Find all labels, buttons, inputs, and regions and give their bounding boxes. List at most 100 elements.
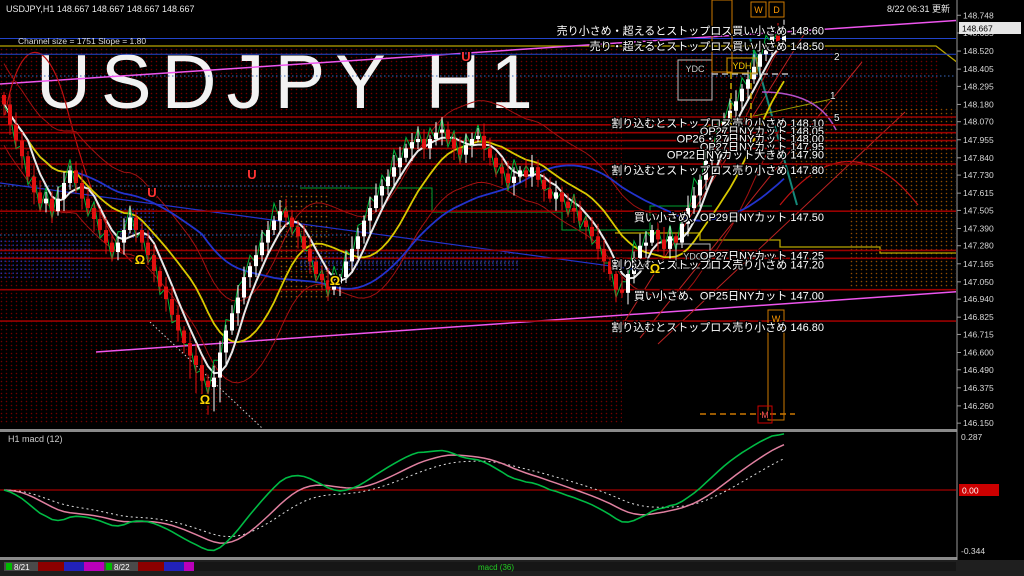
day-start-marker — [6, 563, 12, 570]
bear-candle — [560, 192, 564, 201]
bear-candle — [2, 95, 6, 104]
bear-candle — [26, 156, 30, 176]
panel-separator-bottom[interactable] — [0, 557, 1024, 560]
bear-candle — [602, 249, 606, 262]
session-segment — [164, 562, 184, 571]
bull-candle — [410, 142, 414, 148]
bear-candle — [494, 158, 498, 167]
object-label-text: W — [754, 5, 763, 15]
session-segment — [194, 562, 956, 571]
macd-title: H1 macd (12) — [8, 434, 63, 444]
update-timestamp: 8/22 06:31 更新 — [887, 3, 950, 14]
bull-candle — [254, 255, 258, 266]
bear-candle — [506, 174, 510, 183]
bull-candle — [386, 177, 390, 186]
bear-candle — [620, 290, 624, 293]
bear-candle — [194, 356, 198, 365]
session-segment — [38, 562, 64, 571]
bull-candle — [242, 277, 246, 297]
axis-price-label: 147.505 — [963, 205, 994, 215]
bull-candle — [230, 313, 234, 330]
bear-candle — [176, 315, 180, 331]
bull-candle — [368, 208, 372, 221]
bear-candle — [284, 211, 288, 217]
trading-chart-window: USDJPY H1 YDCYDHYDOWDWM215 売り小さめ・超えるとストッ… — [0, 0, 1024, 576]
axis-price-label: 147.165 — [963, 259, 994, 269]
bull-candle — [734, 101, 738, 110]
bear-candle — [446, 130, 450, 139]
bear-candle — [38, 192, 42, 203]
bull-candle — [644, 243, 648, 246]
axis-price-label: 147.615 — [963, 188, 994, 198]
wave-count-number: 5 — [834, 113, 840, 124]
annotation-text: 売り小さめ・超えるとストップロス買い小さめ 148.60 — [557, 23, 824, 37]
bear-candle — [146, 243, 150, 256]
bear-candle — [152, 255, 156, 271]
bear-candle — [80, 183, 84, 199]
bull-candle — [680, 224, 684, 243]
bull-candle — [350, 249, 354, 262]
annotation-text: 売り・超えるとストップロス買い小さめ 148.50 — [590, 39, 824, 53]
bull-candle — [464, 145, 468, 154]
day-start-marker — [106, 563, 112, 570]
axis-price-label: 146.600 — [963, 347, 994, 357]
panel-separator-top[interactable] — [0, 429, 1024, 432]
bull-candle — [362, 221, 366, 237]
bear-candle — [158, 271, 162, 287]
session-segment — [138, 562, 164, 571]
symbol-ohlc-info: USDJPY,H1 148.667 148.667 148.667 148.66… — [6, 4, 195, 14]
omega-marker-icon: Ω — [200, 392, 210, 407]
omega-marker-icon: Ω — [135, 252, 145, 267]
bear-candle — [188, 343, 192, 356]
bear-candle — [32, 177, 36, 193]
bear-candle — [140, 230, 144, 243]
macd-indicator-panel[interactable]: H1 macd (12) — [0, 432, 956, 557]
bull-candle — [278, 211, 282, 220]
bear-candle — [50, 199, 54, 212]
bull-candle — [470, 139, 474, 145]
object-label-text: YDC — [685, 64, 705, 74]
bear-candle — [296, 227, 300, 236]
session-segment — [184, 562, 194, 571]
bear-candle — [656, 230, 660, 239]
bull-candle — [44, 199, 48, 204]
axis-price-label: 147.050 — [963, 277, 994, 287]
axis-price-label: 146.490 — [963, 365, 994, 375]
axis-price-label: 147.390 — [963, 223, 994, 233]
bear-candle — [482, 136, 486, 149]
bear-candle — [290, 217, 294, 226]
timeline-scrollbar[interactable]: 8/218/22 macd (36) — [0, 560, 1024, 576]
bull-candle — [434, 133, 438, 139]
bull-candle — [638, 246, 642, 259]
axis-price-label: 148.748 — [963, 10, 994, 20]
omega-marker-icon: Ω — [650, 261, 660, 276]
bear-candle — [302, 236, 306, 249]
bear-candle — [614, 274, 618, 290]
omega-inverted-marker-icon: U — [461, 49, 470, 64]
axis-price-label: 146.825 — [963, 312, 994, 322]
bull-candle — [356, 236, 360, 249]
bear-candle — [674, 236, 678, 242]
session-segment — [64, 562, 84, 571]
annotation-text: 割り込むとストップロス売り小さめ 147.80 — [611, 163, 824, 177]
annotation-text: 買い小さめ、OP29日NYカット 147.50 — [634, 211, 824, 224]
bull-candle — [404, 148, 408, 157]
bear-candle — [578, 211, 582, 220]
bear-candle — [182, 331, 186, 344]
bull-candle — [380, 186, 384, 195]
bull-candle — [650, 230, 654, 243]
omega-inverted-marker-icon: U — [147, 185, 156, 200]
axis-price-label: 146.715 — [963, 329, 994, 339]
bull-candle — [440, 130, 444, 133]
axis-price-label: 146.260 — [963, 401, 994, 411]
bear-candle — [584, 221, 588, 227]
price-axis[interactable]: 148.748148.635148.520148.405148.295148.1… — [957, 0, 1024, 576]
bear-candle — [86, 199, 90, 208]
dot-fill-region — [300, 250, 520, 270]
annotation-text: 割り込むとストップロス売り小さめ 146.80 — [611, 320, 824, 334]
bear-candle — [206, 381, 210, 387]
bull-candle — [428, 139, 432, 148]
bear-candle — [314, 261, 318, 274]
bull-candle — [740, 89, 744, 102]
wave-count-number: 2 — [834, 52, 840, 63]
